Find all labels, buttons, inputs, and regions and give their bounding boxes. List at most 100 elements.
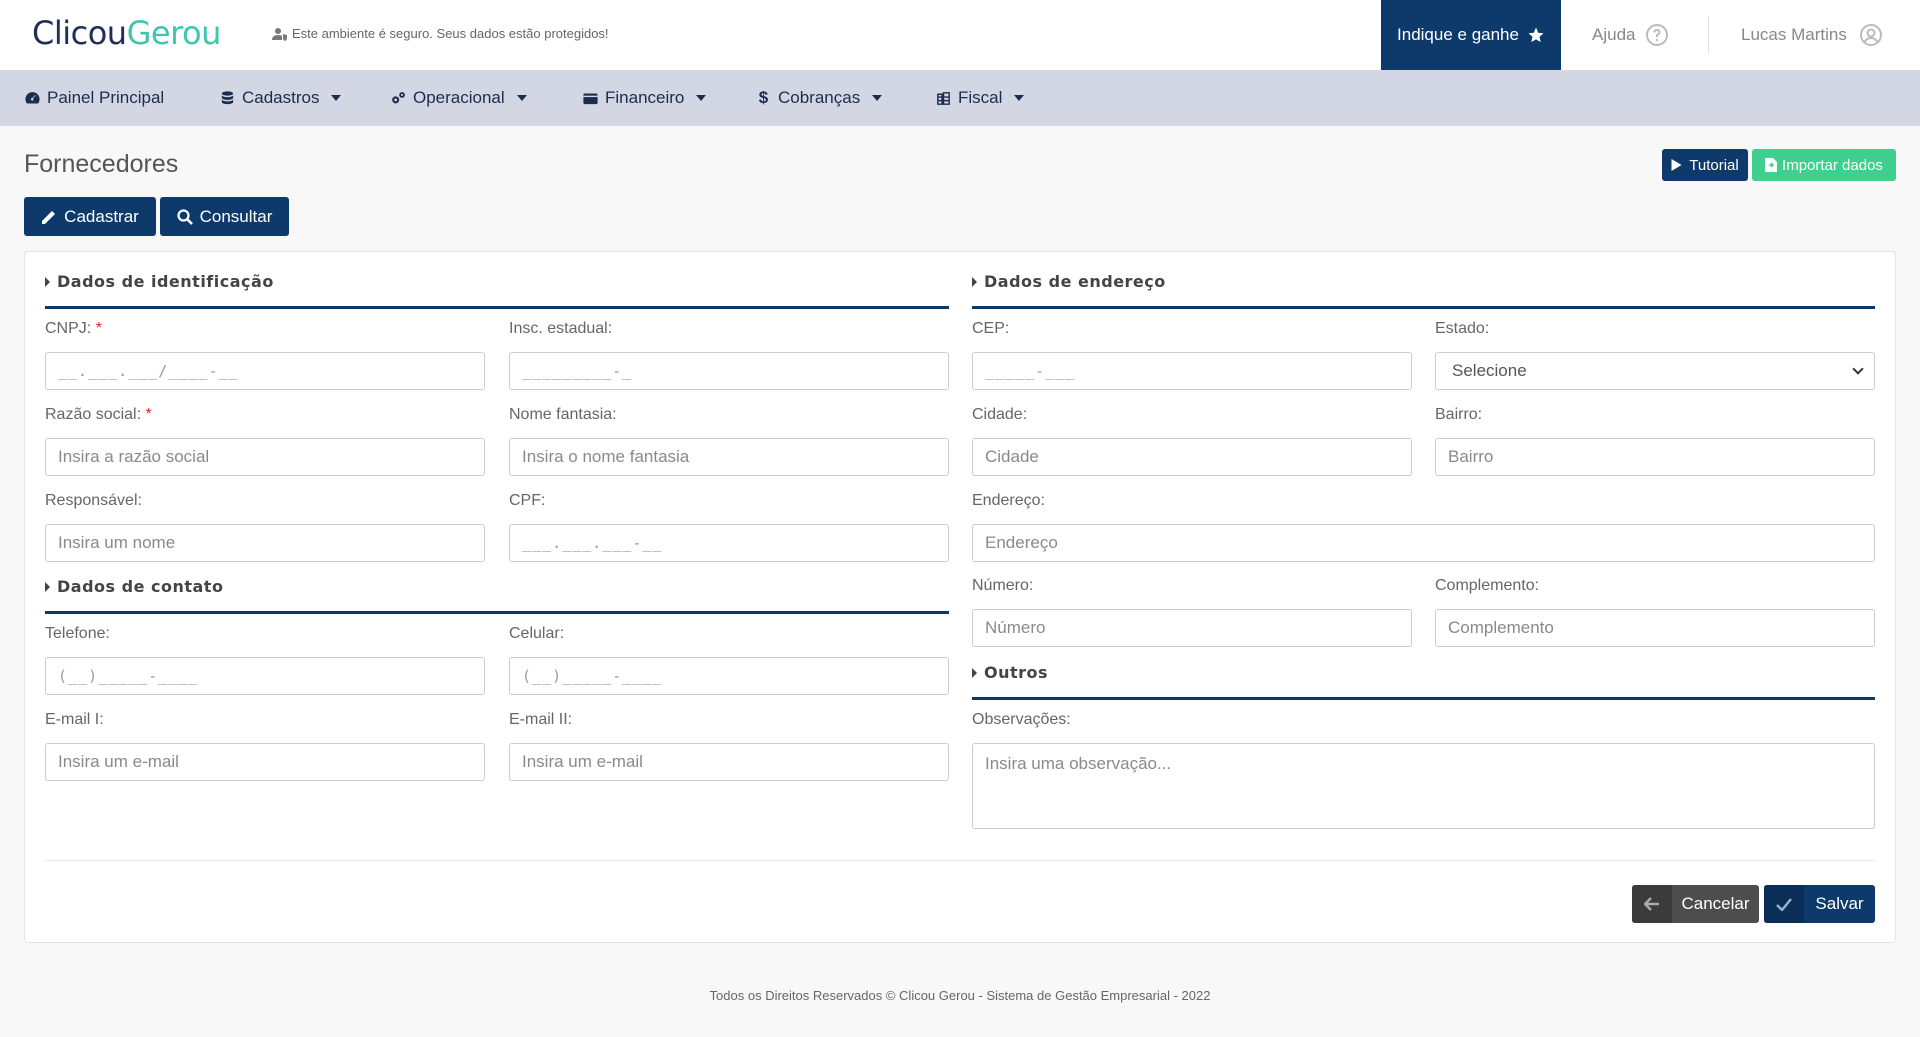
file-import-icon xyxy=(1765,158,1778,172)
main-nav: Painel Principal Cadastros Operacional F… xyxy=(0,70,1920,126)
nav-cadastros[interactable]: Cadastros xyxy=(219,70,342,126)
search-icon xyxy=(177,208,193,225)
responsavel-label: Responsável: xyxy=(45,492,142,509)
supplier-form-card: Dados de identificação CNPJ: * __.___.__… xyxy=(24,251,1896,943)
footer-copyright: Todos os Direitos Reservados © Clicou Ge… xyxy=(709,988,1211,1003)
nav-label: Financeiro xyxy=(605,88,685,107)
logo-part-2: Gerou xyxy=(126,14,222,52)
insc-estadual-placeholder: _________-_ xyxy=(522,362,633,380)
save-button[interactable]: Salvar xyxy=(1764,885,1875,923)
section-contato: Dados de contato xyxy=(45,577,223,596)
nav-cobrancas[interactable]: $ Cobranças xyxy=(755,70,883,126)
nav-label: Fiscal xyxy=(958,88,1003,107)
observacoes-label: Observações: xyxy=(972,711,1071,728)
chevron-down-icon xyxy=(1852,363,1864,375)
secure-notice: Este ambiente é seguro. Seus dados estão… xyxy=(272,26,609,41)
section-title: Outros xyxy=(984,663,1049,682)
user-circle-icon xyxy=(1859,24,1882,46)
caret-right-icon xyxy=(972,667,977,678)
cidade-input[interactable]: Cidade xyxy=(972,438,1412,476)
cadastrar-button[interactable]: Cadastrar xyxy=(24,197,156,236)
user-shield-icon xyxy=(272,27,287,41)
razao-social-input[interactable]: Insira a razão social xyxy=(45,438,485,476)
section-title: Dados de identificação xyxy=(57,272,274,291)
estado-label: Estado: xyxy=(1435,320,1490,337)
help-link[interactable]: Ajuda xyxy=(1592,0,1669,70)
indique-label: Indique e ganhe xyxy=(1397,25,1519,44)
responsavel-input[interactable]: Insira um nome xyxy=(45,524,485,562)
save-label: Salvar xyxy=(1815,894,1864,913)
telefone-input[interactable]: (__)_____-____ xyxy=(45,657,485,695)
cep-input[interactable]: _____-___ xyxy=(972,352,1412,390)
cpf-input[interactable]: ___.___.___-__ xyxy=(509,524,949,562)
help-label: Ajuda xyxy=(1592,25,1636,44)
email1-placeholder: Insira um e-mail xyxy=(58,752,179,771)
insc-estadual-input[interactable]: _________-_ xyxy=(509,352,949,390)
required-mark: * xyxy=(95,320,102,337)
observacoes-textarea[interactable]: Insira uma observação... xyxy=(972,743,1875,829)
numero-input[interactable]: Número xyxy=(972,609,1412,647)
nav-fiscal[interactable]: Fiscal xyxy=(935,70,1025,126)
nav-label: Cobranças xyxy=(778,88,861,107)
wallet-icon xyxy=(583,93,598,104)
cnpj-label: CNPJ: * xyxy=(45,320,102,337)
bairro-placeholder: Bairro xyxy=(1448,447,1494,466)
nav-financeiro[interactable]: Financeiro xyxy=(582,70,707,126)
dashboard-icon xyxy=(25,91,40,103)
nav-label: Operacional xyxy=(413,88,505,107)
endereco-input[interactable]: Endereço xyxy=(972,524,1875,562)
responsavel-placeholder: Insira um nome xyxy=(58,533,176,552)
email1-input[interactable]: Insira um e-mail xyxy=(45,743,485,781)
cpf-label: CPF: xyxy=(509,492,546,509)
tutorial-label: Tutorial xyxy=(1689,156,1739,174)
section-underline xyxy=(45,306,949,309)
estado-select[interactable]: Selecione xyxy=(1435,352,1875,390)
nome-fantasia-input[interactable]: Insira o nome fantasia xyxy=(509,438,949,476)
caret-down-icon xyxy=(1014,95,1025,101)
complemento-input[interactable]: Complemento xyxy=(1435,609,1875,647)
pencil-icon xyxy=(42,210,56,224)
cadastrar-label: Cadastrar xyxy=(64,206,139,226)
nav-operacional[interactable]: Operacional xyxy=(390,70,527,126)
nav-label: Painel Principal xyxy=(47,88,165,107)
bairro-label: Bairro: xyxy=(1435,406,1483,423)
numero-placeholder: Número xyxy=(985,618,1046,637)
telefone-placeholder: (__)_____-____ xyxy=(58,667,199,685)
building-icon xyxy=(937,91,950,105)
import-data-button[interactable]: Importar dados xyxy=(1752,149,1896,181)
section-title: Dados de endereço xyxy=(984,272,1166,291)
nav-painel-principal[interactable]: Painel Principal xyxy=(24,70,164,126)
razao-social-placeholder: Insira a razão social xyxy=(58,447,210,466)
cancel-button[interactable]: Cancelar xyxy=(1632,885,1759,923)
tutorial-button[interactable]: Tutorial xyxy=(1662,149,1748,181)
email2-label: E-mail II: xyxy=(509,711,573,728)
numero-label: Número: xyxy=(972,577,1034,594)
star-icon xyxy=(1528,27,1544,43)
caret-down-icon xyxy=(696,95,707,101)
email2-input[interactable]: Insira um e-mail xyxy=(509,743,949,781)
section-underline xyxy=(972,697,1875,700)
bairro-input[interactable]: Bairro xyxy=(1435,438,1875,476)
indique-e-ganhe-button[interactable]: Indique e ganhe xyxy=(1381,0,1561,70)
section-title: Dados de contato xyxy=(57,577,224,596)
caret-right-icon xyxy=(45,276,50,287)
header-divider xyxy=(1708,16,1709,54)
telefone-label: Telefone: xyxy=(45,625,110,642)
caret-down-icon xyxy=(331,95,342,101)
app-logo[interactable]: ClicouGerou xyxy=(32,14,221,52)
endereco-label: Endereço: xyxy=(972,492,1045,509)
import-label: Importar dados xyxy=(1782,156,1883,174)
nome-fantasia-label: Nome fantasia: xyxy=(509,406,617,423)
section-underline xyxy=(972,306,1875,309)
question-circle-icon xyxy=(1646,24,1669,46)
caret-right-icon xyxy=(45,581,50,592)
user-menu[interactable]: Lucas Martins xyxy=(1741,0,1883,70)
cnpj-input[interactable]: __.___.___/____-__ xyxy=(45,352,485,390)
celular-label: Celular: xyxy=(509,625,565,642)
cidade-placeholder: Cidade xyxy=(985,447,1039,466)
arrow-left-icon xyxy=(1632,885,1672,923)
celular-input[interactable]: (__)_____-____ xyxy=(509,657,949,695)
consultar-button[interactable]: Consultar xyxy=(160,197,289,236)
caret-right-icon xyxy=(972,276,977,287)
page-title: Fornecedores xyxy=(24,150,179,178)
